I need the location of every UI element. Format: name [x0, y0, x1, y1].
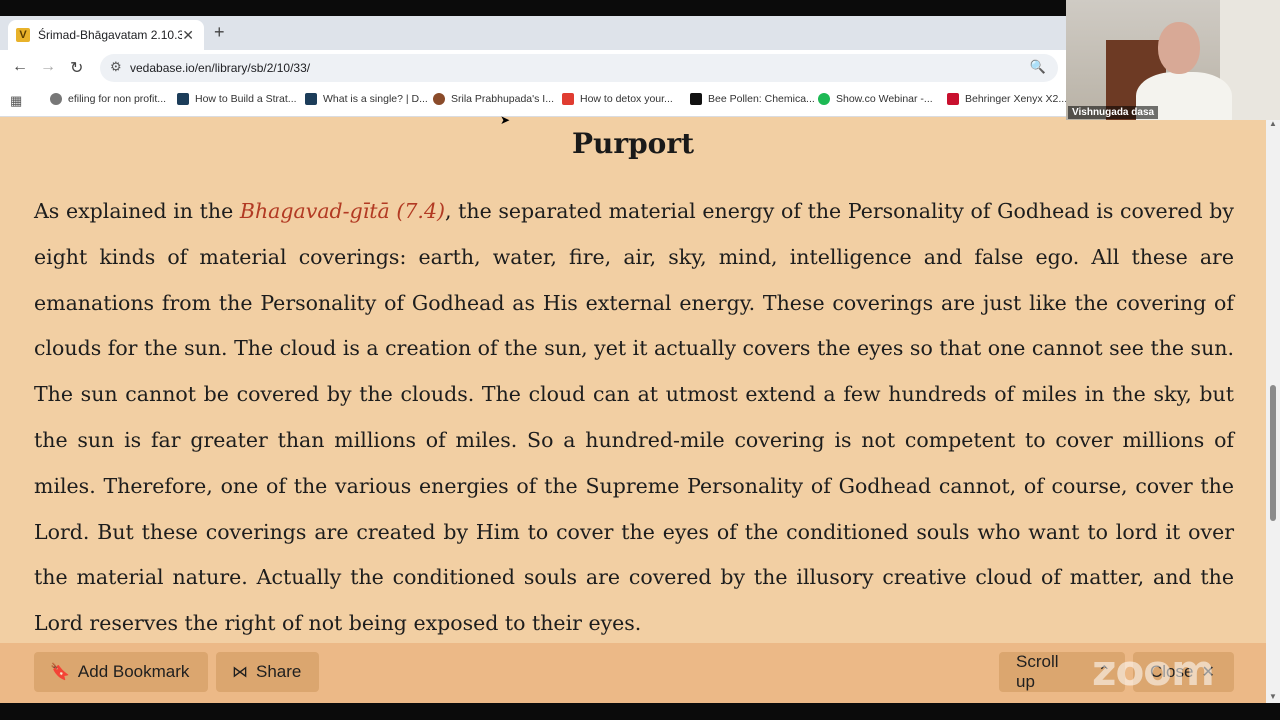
globe-icon	[50, 93, 62, 105]
browser-tab[interactable]: V Śrimad-Bhāgavatam 2.10.33 ✕	[8, 20, 204, 50]
apps-grid-icon[interactable]: ▦	[10, 93, 22, 109]
bookmark-item[interactable]: Srila Prabhupada's I...	[433, 93, 554, 105]
speaker-head	[1158, 22, 1200, 74]
share-button[interactable]: ⋈ Share	[216, 652, 319, 692]
bookmark-item[interactable]: efiling for non profit...	[50, 93, 166, 105]
scroll-thumb[interactable]	[1270, 385, 1276, 521]
zoom-magnifier-icon[interactable]: 🔍	[1030, 59, 1046, 75]
tab-title: Śrimad-Bhāgavatam 2.10.33	[38, 28, 183, 42]
bookmark-item[interactable]: How to detox your...	[562, 93, 673, 105]
bookmark-item[interactable]: Show.co Webinar -...	[818, 93, 933, 105]
reload-icon[interactable]: ↻	[70, 58, 83, 78]
zoom-watermark: zoom	[1092, 646, 1215, 695]
bookmark-item[interactable]: What is a single? | D...	[305, 93, 428, 105]
bookmark-item[interactable]: Bee Pollen: Chemica...	[690, 93, 815, 105]
action-footer: 🔖 Add Bookmark ⋈ Share Scroll up ⌃ Close…	[0, 643, 1266, 703]
page-scrollbar[interactable]: ▲ ▼	[1266, 117, 1280, 703]
site-icon	[177, 93, 189, 105]
vedabase-favicon-icon: V	[16, 28, 30, 42]
reading-pane: Purport As explained in the Bhagavad-gīt…	[0, 117, 1266, 720]
site-icon	[305, 93, 317, 105]
mouse-cursor-icon: ➤	[500, 113, 511, 127]
purport-text: As explained in the Bhagavad-gītā (7.4),…	[34, 199, 1234, 636]
bottom-black-bar	[0, 703, 1280, 720]
speaker-name: Vishnugada dasa	[1068, 106, 1159, 119]
share-icon: ⋈	[232, 664, 248, 681]
back-arrow-icon[interactable]: ←	[12, 58, 28, 76]
url-text[interactable]: vedabase.io/en/library/sb/2/10/33/	[130, 61, 310, 75]
site-icon	[818, 93, 830, 105]
address-bar-row: ← → ↻ ⚙ vedabase.io/en/library/sb/2/10/3…	[0, 50, 1066, 86]
close-tab-icon[interactable]: ✕	[182, 27, 194, 44]
bookmark-item[interactable]: Behringer Xenyx X2...	[947, 93, 1067, 105]
forward-arrow-icon[interactable]: →	[40, 58, 56, 76]
address-bar[interactable]: ⚙ vedabase.io/en/library/sb/2/10/33/ 🔍	[100, 54, 1058, 82]
site-settings-icon[interactable]: ⚙	[110, 59, 122, 75]
new-tab-icon[interactable]: +	[214, 22, 225, 43]
video-thumbnail: Vishnugada dasa	[1066, 0, 1280, 120]
scroll-down-arrow-icon[interactable]: ▼	[1269, 692, 1277, 701]
bookmark-item[interactable]: How to Build a Strat...	[177, 93, 297, 105]
site-icon	[562, 93, 574, 105]
gita-reference-link[interactable]: Bhagavad-gītā (7.4)	[240, 199, 445, 223]
purport-heading: Purport	[571, 127, 695, 160]
bookmark-icon: 🔖	[50, 664, 70, 681]
add-bookmark-button[interactable]: 🔖 Add Bookmark	[34, 652, 208, 692]
site-icon	[947, 93, 959, 105]
bookmarks-bar: ▦ efiling for non profit... How to Build…	[0, 86, 1067, 117]
wikipedia-icon	[690, 93, 702, 105]
scroll-up-arrow-icon[interactable]: ▲	[1269, 119, 1277, 128]
tab-strip: V Śrimad-Bhāgavatam 2.10.33 ✕ +	[0, 16, 1066, 50]
site-icon	[433, 93, 445, 105]
